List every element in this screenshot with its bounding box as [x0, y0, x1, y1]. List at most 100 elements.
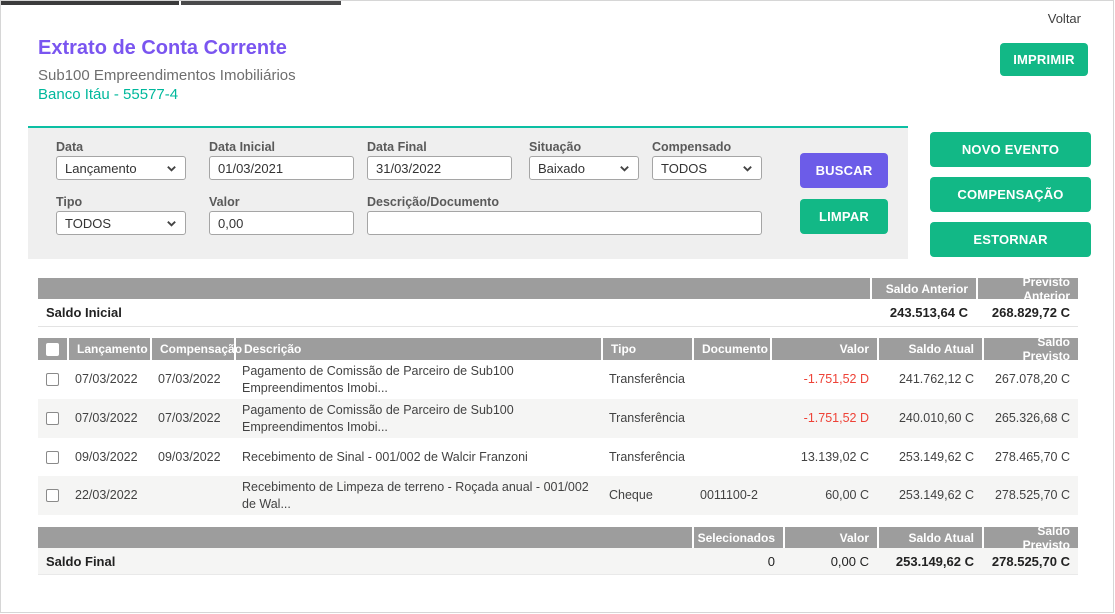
saldo-previsto-final-header: Saldo Previsto: [982, 527, 1078, 548]
row-checkbox[interactable]: [46, 412, 59, 425]
table-row: 09/03/2022 09/03/2022 Recebimento de Sin…: [38, 438, 1078, 476]
saldo-previsto-column-header: Saldo Previsto: [982, 338, 1078, 360]
descricao-cell: Pagamento de Comissão de Parceiro de Sub…: [234, 360, 601, 399]
saldo-previsto-cell: 278.525,70 C: [982, 484, 1078, 507]
limpar-button[interactable]: LIMPAR: [800, 199, 888, 234]
valor-final-value: 0,00 C: [783, 554, 877, 569]
saldo-inicial-label: Saldo Inicial: [38, 305, 870, 320]
lancamento-column-header: Lançamento: [67, 338, 150, 360]
compensacao-column-header: Compensação: [150, 338, 234, 360]
compensacao-cell: 07/03/2022: [150, 407, 234, 430]
descricao-documento-label: Descrição/Documento: [367, 195, 499, 209]
saldo-final-section: Selecionados Valor Saldo Atual Saldo Pre…: [38, 527, 1078, 575]
row-checkbox[interactable]: [46, 489, 59, 502]
valor-cell: 13.139,02 C: [770, 446, 877, 469]
table-body: 07/03/2022 07/03/2022 Pagamento de Comis…: [38, 360, 1078, 515]
imprimir-button[interactable]: IMPRIMIR: [1000, 43, 1088, 76]
saldo-anterior-value: 243.513,64 C: [870, 305, 976, 320]
saldo-atual-cell: 253.149,62 C: [877, 484, 982, 507]
selecionados-header: Selecionados: [692, 527, 783, 548]
data-final-label: Data Final: [367, 140, 427, 154]
compensado-label: Compensado: [652, 140, 731, 154]
lancamento-cell: 09/03/2022: [67, 446, 150, 469]
lancamento-cell: 07/03/2022: [67, 407, 150, 430]
saldo-final-row: Saldo Final 0 0,00 C 253.149,62 C 278.52…: [38, 548, 1078, 575]
bank-account-label: Banco Itáu - 55577-4: [38, 86, 178, 103]
valor-final-header: Valor: [783, 527, 877, 548]
documento-cell: [692, 454, 770, 460]
tipo-column-header: Tipo: [601, 338, 692, 360]
tipo-cell: Cheque: [601, 484, 692, 507]
saldo-previsto-final-value: 278.525,70 C: [982, 554, 1078, 569]
saldo-atual-final-header: Saldo Atual: [877, 527, 982, 548]
browser-tab-sliver: [1, 1, 1113, 5]
descricao-column-header: Descrição: [234, 338, 601, 360]
table-row: 07/03/2022 07/03/2022 Pagamento de Comis…: [38, 360, 1078, 399]
saldo-atual-column-header: Saldo Atual: [877, 338, 982, 360]
novo-evento-button[interactable]: NOVO EVENTO: [930, 132, 1091, 167]
chevron-down-icon: [166, 163, 177, 174]
tipo-cell: Transferência: [601, 446, 692, 469]
compensacao-button[interactable]: COMPENSAÇÃO: [930, 177, 1091, 212]
tipo-select[interactable]: TODOS: [56, 211, 186, 235]
descricao-documento-input[interactable]: [367, 211, 762, 235]
saldo-previsto-cell: 278.465,70 C: [982, 446, 1078, 469]
situacao-label: Situação: [529, 140, 581, 154]
valor-label: Valor: [209, 195, 240, 209]
chevron-down-icon: [742, 163, 753, 174]
data-inicial-label: Data Inicial: [209, 140, 275, 154]
saldo-inicial-section: Saldo Anterior Previsto Anterior Saldo I…: [38, 278, 1078, 327]
situacao-select[interactable]: Baixado: [529, 156, 639, 180]
valor-column-header: Valor: [770, 338, 877, 360]
descricao-cell: Recebimento de Limpeza de terreno - Roça…: [234, 476, 601, 515]
data-final-input[interactable]: [367, 156, 512, 180]
saldo-final-header-bar: Selecionados Valor Saldo Atual Saldo Pre…: [38, 527, 1078, 548]
compensado-select[interactable]: TODOS: [652, 156, 762, 180]
compensacao-cell: 09/03/2022: [150, 446, 234, 469]
documento-column-header: Documento: [692, 338, 770, 360]
documento-cell: [692, 416, 770, 422]
row-checkbox[interactable]: [46, 451, 59, 464]
page: Voltar Extrato de Conta Corrente Sub100 …: [0, 0, 1114, 613]
documento-cell: [692, 377, 770, 383]
data-inicial-input[interactable]: [209, 156, 354, 180]
chevron-down-icon: [166, 218, 177, 229]
row-checkbox[interactable]: [46, 373, 59, 386]
lancamento-cell: 22/03/2022: [67, 484, 150, 507]
buscar-button[interactable]: BUSCAR: [800, 153, 888, 188]
data-label: Data: [56, 140, 83, 154]
tipo-cell: Transferência: [601, 407, 692, 430]
saldo-final-label: Saldo Final: [38, 554, 692, 569]
voltar-link[interactable]: Voltar: [1048, 11, 1081, 26]
saldo-previsto-cell: 267.078,20 C: [982, 368, 1078, 391]
tipo-label: Tipo: [56, 195, 82, 209]
table-header-row: Lançamento Compensação Descrição Tipo Do…: [38, 338, 1078, 360]
estornar-button[interactable]: ESTORNAR: [930, 222, 1091, 257]
selecionados-value: 0: [692, 554, 783, 569]
compensacao-cell: 07/03/2022: [150, 368, 234, 391]
company-subtitle: Sub100 Empreendimentos Imobiliários: [38, 67, 296, 84]
saldo-inicial-row: Saldo Inicial 243.513,64 C 268.829,72 C: [38, 299, 1078, 327]
compensacao-cell: [150, 493, 234, 499]
saldo-atual-final-value: 253.149,62 C: [877, 554, 982, 569]
saldo-anterior-header: Saldo Anterior: [870, 278, 976, 299]
documento-cell: 0011100-2: [692, 484, 770, 507]
valor-cell: 60,00 C: [770, 484, 877, 507]
lancamento-cell: 07/03/2022: [67, 368, 150, 391]
table-row: 07/03/2022 07/03/2022 Pagamento de Comis…: [38, 399, 1078, 438]
saldo-previsto-cell: 265.326,68 C: [982, 407, 1078, 430]
saldo-atual-cell: 253.149,62 C: [877, 446, 982, 469]
select-all-checkbox[interactable]: [46, 343, 59, 356]
compensado-select-value: TODOS: [661, 161, 707, 176]
previsto-anterior-header: Previsto Anterior: [976, 278, 1078, 299]
valor-input[interactable]: [209, 211, 354, 235]
saldo-inicial-header-bar: Saldo Anterior Previsto Anterior: [38, 278, 1078, 299]
situacao-select-value: Baixado: [538, 161, 585, 176]
saldo-atual-cell: 241.762,12 C: [877, 368, 982, 391]
tipo-cell: Transferência: [601, 368, 692, 391]
transactions-table: Lançamento Compensação Descrição Tipo Do…: [38, 338, 1078, 515]
valor-cell: -1.751,52 D: [770, 368, 877, 391]
data-select-value: Lançamento: [65, 161, 137, 176]
descricao-cell: Pagamento de Comissão de Parceiro de Sub…: [234, 399, 601, 438]
data-select[interactable]: Lançamento: [56, 156, 186, 180]
